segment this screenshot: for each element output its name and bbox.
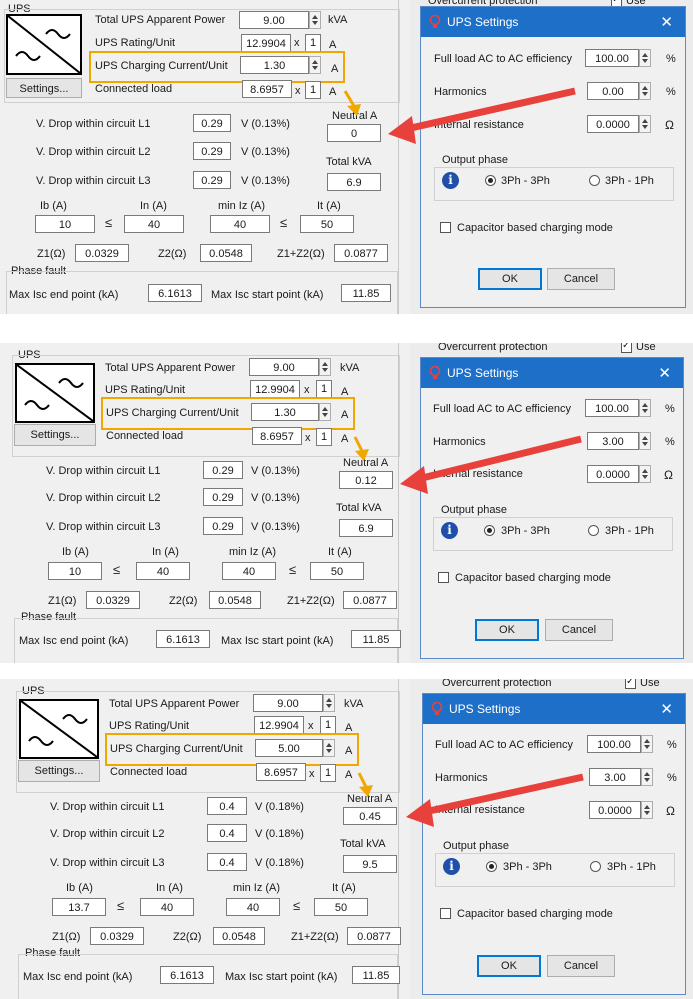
screenshot-panel-1: UPS Settings... Total UPS Apparent Power…	[0, 0, 693, 314]
annotation-arrows	[343, 87, 576, 144]
annotation-arrows	[357, 772, 584, 827]
screenshot-panel-2: UPS Settings... Total UPS Apparent Power…	[0, 343, 693, 663]
screenshot-panel-3: UPS Settings... Total UPS Apparent Power…	[0, 679, 693, 999]
annotation-arrows	[353, 435, 582, 494]
